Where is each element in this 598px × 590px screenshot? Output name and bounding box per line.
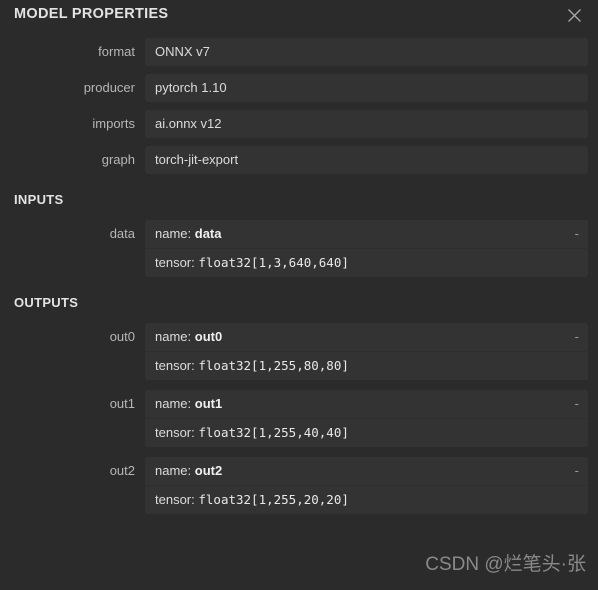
property-label: producer bbox=[83, 80, 135, 95]
tensor-value: float32[1,3,640,640] bbox=[198, 255, 349, 270]
tensor-key: tensor: bbox=[155, 492, 195, 507]
output-name-line: name: out0 - bbox=[145, 323, 588, 352]
tensor-key: tensor: bbox=[155, 255, 195, 270]
property-row: graph torch-jit-export bbox=[0, 146, 598, 174]
output-row: out2 name: out2 - tensor: float32[1,255,… bbox=[0, 457, 598, 514]
collapse-toggle[interactable]: - bbox=[575, 463, 579, 479]
close-icon bbox=[566, 7, 583, 24]
output-card: name: out1 - tensor: float32[1,255,40,40… bbox=[145, 390, 588, 447]
model-properties-panel: MODEL PROPERTIES format ONNX v7 producer… bbox=[0, 0, 598, 590]
input-label: data bbox=[109, 226, 135, 241]
watermark: CSDN @烂笔头·张 bbox=[425, 554, 586, 575]
name-key: name: bbox=[155, 396, 192, 411]
property-label: format bbox=[98, 44, 135, 59]
property-row: producer pytorch 1.10 bbox=[0, 74, 598, 102]
close-button[interactable] bbox=[561, 2, 587, 28]
property-value: ai.onnx v12 bbox=[145, 110, 588, 138]
output-tensor-line: tensor: float32[1,255,20,20] bbox=[145, 486, 588, 514]
output-tensor-line: tensor: float32[1,255,80,80] bbox=[145, 352, 588, 380]
input-card: name: data - tensor: float32[1,3,640,640… bbox=[145, 220, 588, 277]
page-title: MODEL PROPERTIES bbox=[14, 6, 169, 22]
section-heading-inputs: INPUTS bbox=[14, 192, 64, 207]
output-label: out0 bbox=[109, 329, 135, 344]
name-value: out0 bbox=[194, 329, 223, 344]
property-value-wrap: ONNX v7 bbox=[145, 38, 588, 66]
tensor-key: tensor: bbox=[155, 358, 195, 373]
input-name-line: name: data - bbox=[145, 220, 588, 249]
output-name-line: name: out1 - bbox=[145, 390, 588, 419]
output-card: name: out2 - tensor: float32[1,255,20,20… bbox=[145, 457, 588, 514]
output-card: name: out0 - tensor: float32[1,255,80,80… bbox=[145, 323, 588, 380]
model-properties-list: format ONNX v7 producer pytorch 1.10 imp… bbox=[0, 38, 598, 174]
section-heading-outputs: OUTPUTS bbox=[14, 295, 79, 310]
property-value-wrap: ai.onnx v12 bbox=[145, 110, 588, 138]
input-tensor-line: tensor: float32[1,3,640,640] bbox=[145, 249, 588, 277]
collapse-toggle[interactable]: - bbox=[575, 226, 579, 242]
property-value: pytorch 1.10 bbox=[145, 74, 588, 102]
property-row: imports ai.onnx v12 bbox=[0, 110, 598, 138]
output-tensor-line: tensor: float32[1,255,40,40] bbox=[145, 419, 588, 447]
collapse-toggle[interactable]: - bbox=[575, 396, 579, 412]
name-value: data bbox=[194, 226, 222, 241]
property-label: graph bbox=[101, 152, 135, 167]
name-value: out1 bbox=[194, 396, 223, 411]
output-row: out0 name: out0 - tensor: float32[1,255,… bbox=[0, 323, 598, 380]
input-row: data name: data - tensor: float32[1,3,64… bbox=[0, 220, 598, 277]
name-key: name: bbox=[155, 463, 192, 478]
output-label: out1 bbox=[109, 396, 135, 411]
output-row: out1 name: out1 - tensor: float32[1,255,… bbox=[0, 390, 598, 447]
panel-titlebar: MODEL PROPERTIES bbox=[0, 0, 598, 38]
name-key: name: bbox=[155, 226, 192, 241]
tensor-key: tensor: bbox=[155, 425, 195, 440]
property-label: imports bbox=[92, 116, 135, 131]
tensor-value: float32[1,255,20,20] bbox=[198, 492, 349, 507]
tensor-value: float32[1,255,40,40] bbox=[198, 425, 349, 440]
property-value-wrap: torch-jit-export bbox=[145, 146, 588, 174]
property-value-wrap: pytorch 1.10 bbox=[145, 74, 588, 102]
name-key: name: bbox=[155, 329, 192, 344]
tensor-value: float32[1,255,80,80] bbox=[198, 358, 349, 373]
property-value: ONNX v7 bbox=[145, 38, 588, 66]
name-value: out2 bbox=[194, 463, 223, 478]
output-name-line: name: out2 - bbox=[145, 457, 588, 486]
property-value: torch-jit-export bbox=[145, 146, 588, 174]
collapse-toggle[interactable]: - bbox=[575, 329, 579, 345]
property-row: format ONNX v7 bbox=[0, 38, 598, 66]
output-label: out2 bbox=[109, 463, 135, 478]
